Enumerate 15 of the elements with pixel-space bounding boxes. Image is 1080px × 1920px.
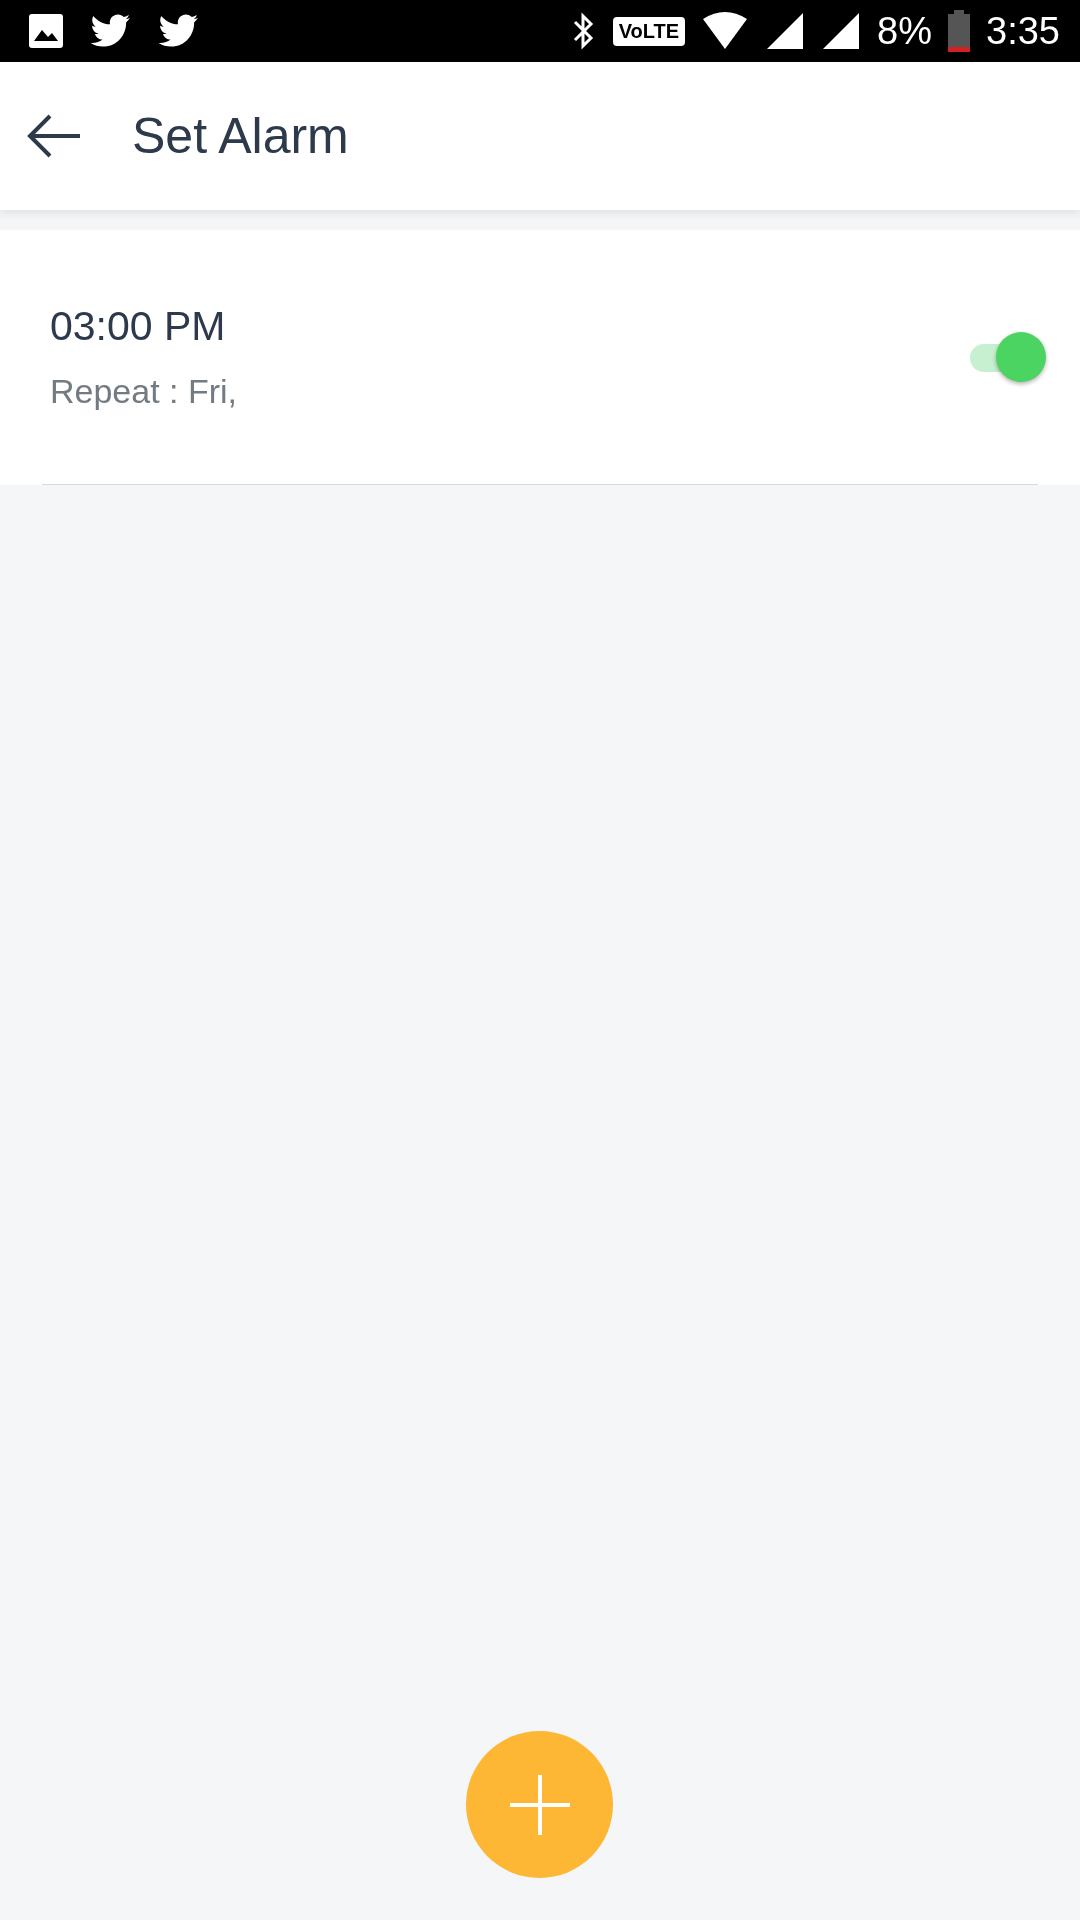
- signal-icon: [765, 11, 806, 51]
- screen-title: Set Alarm: [132, 107, 349, 165]
- battery-percent: 8%: [877, 9, 933, 53]
- bird-icon: [158, 13, 200, 49]
- plus-icon: [507, 1772, 572, 1837]
- bird-icon: [90, 13, 132, 49]
- repeat-days: Repeat : Fri,: [50, 372, 966, 411]
- volte-icon: VoLTE: [612, 16, 686, 46]
- alarm-time: 03:00 PM: [50, 303, 227, 350]
- image-icon: [28, 13, 64, 49]
- wifi-icon: [701, 11, 750, 51]
- signal-icon: [821, 11, 862, 51]
- clock-time: 3:35: [986, 9, 1060, 53]
- back-arrow-icon: [26, 114, 82, 158]
- battery-icon: [948, 10, 971, 52]
